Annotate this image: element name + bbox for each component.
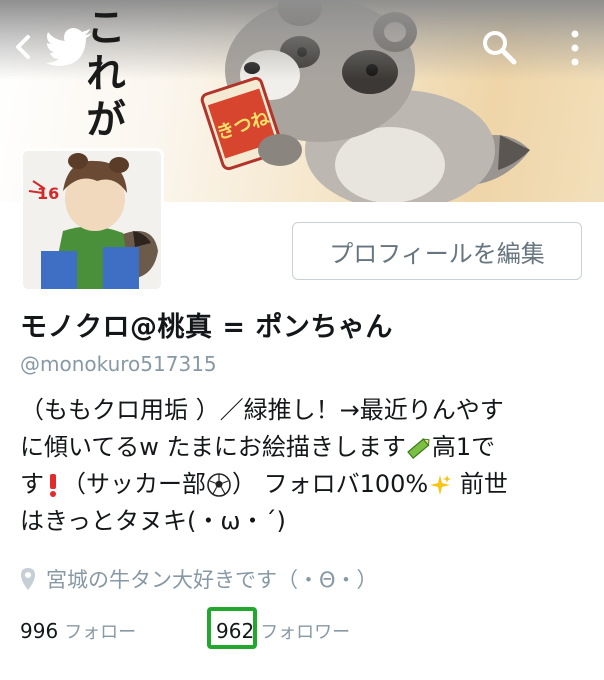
chevron-left-icon [16, 35, 30, 59]
bio-line: はきっとタヌキ(・ω・´) [20, 507, 286, 535]
following-count: 996 [20, 619, 59, 643]
bio-line: す （サッカー部 ） フォロバ100% 前世 [20, 466, 595, 503]
location-pin-icon [21, 568, 35, 590]
followers-label: フォロワー [260, 622, 351, 643]
followers-link[interactable]: 962 フォロワー [207, 607, 351, 649]
more-options-button[interactable] [566, 28, 584, 68]
twitter-bird-icon [46, 28, 92, 66]
profile-bio: （ももクロ用垢 ）／緑推し！→最近りんやす に傾いてるw たまにお絵描きします高… [20, 392, 595, 540]
profile-stats: 996 フォロー 962 フォロワー [20, 607, 580, 654]
profile-location: 宮城の牛タン大好きです（・Θ・） [20, 564, 378, 594]
following-label: フォロー [64, 622, 137, 643]
exclamation-emoji-icon [50, 474, 56, 497]
soccer-ball-emoji-icon [207, 473, 231, 497]
bio-line: （ももクロ用垢 ）／緑推し！→最近りんやす [20, 396, 504, 424]
sparkles-emoji-icon [430, 475, 452, 495]
bio-text: 高1で [431, 433, 496, 461]
bio-text: 前世 [452, 470, 508, 498]
twitter-home-button[interactable] [46, 28, 94, 66]
username-handle: @monokuro517315 [20, 352, 217, 376]
avatar-illustration: 16 [23, 151, 161, 289]
bio-text: に傾いてるw たまにお絵描きします [20, 433, 406, 461]
back-button[interactable] [12, 34, 34, 60]
more-vertical-icon [571, 30, 579, 66]
search-button[interactable] [480, 28, 518, 66]
search-icon [483, 31, 517, 65]
bio-text: （サッカー部 [62, 470, 206, 498]
edit-profile-button[interactable]: プロフィールを編集 [292, 222, 582, 280]
bio-text: す [20, 470, 44, 498]
display-name: モノクロ@桃真 = ポンちゃん [20, 312, 393, 343]
location-text: 宮城の牛タン大好きです（・Θ・） [46, 568, 378, 592]
bio-line: に傾いてるw たまにお絵描きします 高1で [20, 429, 595, 466]
profile-avatar[interactable]: 16 [20, 148, 164, 292]
following-link[interactable]: 996 フォロー [20, 618, 136, 644]
pencil-emoji-icon [406, 438, 430, 459]
green-highlight-box [207, 607, 257, 649]
bio-text: ） フォロバ100% [232, 470, 429, 498]
